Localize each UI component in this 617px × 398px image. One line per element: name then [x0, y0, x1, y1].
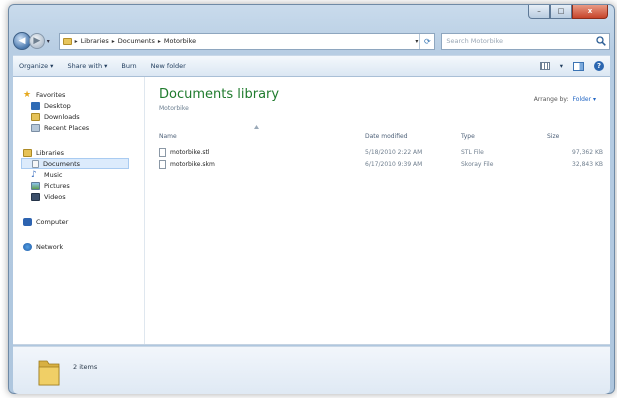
navigation-pane: ★ Favorites Desktop Downloads Recent Pla… [13, 77, 145, 344]
new-folder-button[interactable]: New folder [151, 62, 186, 70]
documents-icon [32, 159, 39, 168]
view-options-dropdown-icon[interactable]: ▾ [560, 62, 563, 70]
network-icon [23, 242, 32, 251]
sidebar-item-label: Videos [44, 192, 66, 201]
sidebar-item-label: Recent Places [44, 123, 90, 132]
change-view-icon[interactable] [539, 62, 550, 70]
stl-file-icon [159, 148, 166, 157]
sidebar-item-favorites[interactable]: ★ Favorites [23, 89, 144, 100]
column-header-size[interactable]: Size [547, 133, 607, 140]
sidebar-item-label: Music [44, 170, 63, 179]
navigation-row: ◀ ▶ ▾ ▸ Libraries ▸ Documents ▸ Motorbik… [13, 30, 610, 52]
sidebar-item-pictures[interactable]: Pictures [23, 180, 144, 191]
forward-button[interactable]: ▶ [28, 33, 45, 49]
preview-pane-icon[interactable] [573, 61, 584, 71]
file-row[interactable]: motorbike.stl 5/18/2010 2:22 AM STL File… [159, 147, 610, 158]
chevron-right-icon[interactable]: ▸ [112, 38, 115, 45]
sidebar-item-recent-places[interactable]: Recent Places [23, 122, 144, 133]
sidebar-item-computer[interactable]: Computer [23, 216, 144, 227]
search-placeholder: Search Motorbike [446, 37, 504, 45]
downloads-icon [31, 112, 40, 121]
search-input[interactable]: Search Motorbike [441, 32, 610, 50]
sidebar-item-network[interactable]: Network [23, 241, 144, 252]
sidebar-item-label: Desktop [44, 101, 71, 110]
command-bar: Organize ▾ Share with ▾ Burn New folder … [13, 55, 610, 77]
sidebar-item-label: Favorites [36, 90, 66, 99]
pictures-icon [31, 181, 40, 190]
close-button[interactable]: x [572, 5, 608, 19]
file-name: motorbike.stl [170, 149, 210, 156]
sidebar-item-label: Documents [43, 159, 81, 168]
videos-icon [31, 192, 40, 201]
recent-pages-dropdown[interactable]: ▾ [47, 38, 55, 45]
organize-menu[interactable]: Organize ▾ [19, 62, 53, 70]
column-header-date-modified[interactable]: Date modified [365, 133, 461, 140]
arrange-by-dropdown[interactable]: Folder ▾ [573, 96, 596, 103]
file-type: Skoray File [461, 161, 494, 168]
folder-icon [38, 360, 60, 386]
address-dropdown-icon[interactable]: ▾ [415, 38, 418, 45]
file-name: motorbike.skm [170, 161, 215, 168]
library-subtitle: Motorbike [159, 105, 189, 112]
libraries-icon [23, 148, 32, 157]
recent-places-icon [31, 123, 40, 132]
file-date: 6/17/2010 9:39 AM [365, 161, 423, 168]
library-title: Documents library [159, 87, 280, 102]
share-with-menu[interactable]: Share with ▾ [67, 62, 107, 70]
burn-button[interactable]: Burn [121, 62, 136, 70]
caption-buttons: – □ x [528, 5, 608, 21]
file-type: STL File [461, 149, 484, 156]
breadcrumb-motorbike[interactable]: Motorbike [164, 37, 196, 45]
sort-ascending-icon [254, 125, 259, 129]
chevron-right-icon[interactable]: ▸ [158, 38, 161, 45]
chevron-right-icon[interactable]: ▸ [75, 38, 78, 45]
sidebar-item-label: Computer [36, 217, 69, 226]
star-icon: ★ [23, 89, 32, 100]
column-header-type[interactable]: Type [461, 133, 547, 140]
sidebar-item-label: Pictures [44, 181, 70, 190]
column-headers: Name Date modified Type Size [159, 125, 610, 143]
breadcrumb-libraries[interactable]: Libraries [81, 37, 109, 45]
refresh-button[interactable]: ⟳ [419, 33, 434, 49]
search-icon[interactable] [596, 35, 606, 46]
file-date: 5/18/2010 2:22 AM [365, 149, 423, 156]
minimize-button[interactable]: – [528, 5, 550, 19]
address-bar[interactable]: ▸ Libraries ▸ Documents ▸ Motorbike ▾ ⟳ [58, 32, 436, 50]
sidebar-item-libraries[interactable]: Libraries [23, 147, 144, 158]
file-row[interactable]: motorbike.skm 6/17/2010 9:39 AM Skoray F… [159, 159, 610, 170]
computer-icon [23, 217, 32, 226]
sidebar-item-videos[interactable]: Videos [23, 191, 144, 202]
breadcrumb-documents[interactable]: Documents [118, 37, 155, 45]
arrange-by: Arrange by: Folder ▾ [534, 96, 596, 103]
help-icon[interactable]: ? [594, 61, 604, 71]
music-icon: ♪ [31, 169, 37, 180]
view-controls: ▾ ? [539, 61, 604, 71]
sidebar-item-label: Network [36, 242, 64, 251]
sidebar-item-desktop[interactable]: Desktop [23, 100, 144, 111]
generic-file-icon [159, 160, 166, 169]
sidebar-item-documents[interactable]: Documents [21, 158, 129, 169]
folder-icon [62, 37, 72, 45]
file-size: 32,843 KB [572, 161, 603, 168]
details-pane: 2 items [13, 346, 610, 394]
file-name-cell: motorbike.stl [159, 148, 365, 157]
explorer-window: – □ x ◀ ▶ ▾ ▸ Libraries ▸ Documents ▸ Mo… [8, 4, 615, 394]
file-size: 97,362 KB [572, 149, 603, 156]
sidebar-item-downloads[interactable]: Downloads [23, 111, 144, 122]
sidebar-item-music[interactable]: ♪ Music [23, 169, 144, 180]
file-name-cell: motorbike.skm [159, 160, 365, 169]
sidebar-item-label: Libraries [36, 148, 65, 157]
file-list-pane: Documents library Motorbike Arrange by: F… [145, 77, 610, 344]
explorer-body: ★ Favorites Desktop Downloads Recent Pla… [13, 77, 610, 345]
desktop-icon [31, 101, 40, 110]
column-header-name[interactable]: Name [159, 133, 365, 140]
item-count: 2 items [73, 363, 98, 371]
sidebar-item-label: Downloads [44, 112, 80, 121]
arrange-by-label: Arrange by: [533, 96, 569, 103]
maximize-button[interactable]: □ [550, 5, 572, 19]
